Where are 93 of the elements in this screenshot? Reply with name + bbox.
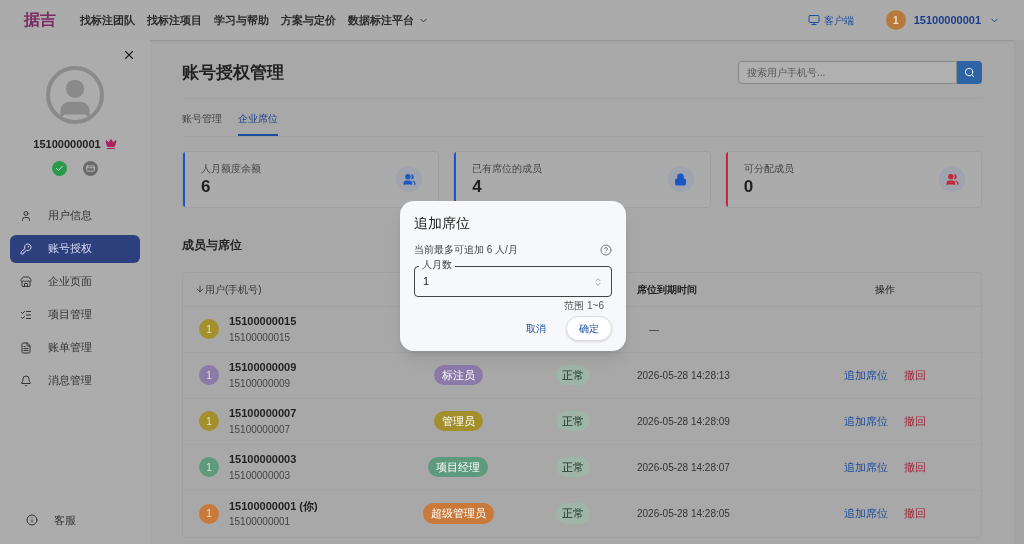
revoke-link[interactable]: 撤回: [904, 366, 926, 384]
stat-value: 6: [201, 175, 212, 198]
status-tag: 正常: [556, 456, 590, 478]
verified-icon: [52, 160, 67, 176]
sidebar-item[interactable]: 账单管理: [10, 333, 140, 362]
document-icon: [20, 341, 32, 354]
field-value: 1: [423, 274, 431, 290]
stat-value: 0: [743, 175, 755, 198]
member-phone: 15100000015: [229, 330, 292, 345]
member-name: 15100000009: [229, 360, 297, 376]
column-header: 席位到期时间: [636, 282, 698, 297]
search-button[interactable]: [957, 61, 982, 85]
status-tag: 正常: [556, 410, 590, 432]
member-avatar: 1: [199, 365, 219, 385]
close-icon[interactable]: [122, 48, 136, 62]
member-avatar: 1: [199, 411, 219, 431]
status-tag: 正常: [556, 503, 590, 524]
member-phone: 15100000007: [229, 422, 292, 437]
crown-icon: [104, 138, 117, 151]
search-icon: [964, 67, 975, 79]
member-name: 15100000001 (你): [229, 498, 318, 514]
page-title: 账号授权管理: [182, 62, 284, 84]
member-name: 15100000007: [229, 406, 297, 422]
field-helper: 范围 1~6: [564, 299, 604, 313]
checklist-icon: [20, 308, 32, 321]
username: 15100000001: [33, 137, 101, 152]
stat-label: 人月额度余额: [201, 161, 262, 176]
sidebar-item[interactable]: 消息管理: [10, 366, 140, 395]
section-title: 成员与席位: [182, 236, 242, 254]
status-tag: 正常: [556, 364, 590, 386]
expiry-time: 2026-05-28 14:28:07: [636, 460, 731, 475]
monitor-icon: [807, 14, 820, 26]
sidebar-item[interactable]: 项目管理: [10, 300, 140, 329]
expiry-time: —: [648, 322, 660, 337]
logo[interactable]: 据吉: [24, 8, 56, 32]
column-header[interactable]: 用户(手机号): [183, 281, 403, 297]
user-avatar: 1: [885, 10, 906, 30]
expiry-time: 2026-05-28 14:28:09: [636, 414, 731, 429]
tab[interactable]: 账号管理: [182, 106, 222, 136]
revoke-link[interactable]: 撤回: [904, 412, 926, 430]
add-seat-link[interactable]: 追加席位: [844, 366, 888, 384]
revoke-link[interactable]: 撤回: [904, 505, 926, 522]
nav-link[interactable]: 找标注团队: [80, 11, 135, 29]
support-link[interactable]: 客服: [10, 511, 140, 528]
revoke-link[interactable]: 撤回: [904, 458, 926, 476]
nav-link[interactable]: 学习与帮助: [214, 11, 269, 29]
store-icon: [20, 275, 32, 288]
users-icon: [396, 166, 423, 192]
column-header: 操作: [874, 282, 896, 297]
sidebar-item[interactable]: 账号授权: [10, 234, 140, 263]
member-phone: 15100000003: [229, 468, 292, 483]
role-tag: 超级管理员: [422, 503, 494, 524]
cancel-button[interactable]: 取消: [518, 317, 554, 340]
nav-link[interactable]: 方案与定价: [281, 11, 336, 29]
search-field[interactable]: 搜索用户手机号...: [738, 61, 957, 85]
bell-icon: [20, 374, 32, 387]
expiry-time: 2026-05-28 14:28:05: [636, 507, 731, 521]
users-icon: [939, 166, 965, 192]
dialog-hint: 当前最多可追加 6 人/月: [414, 243, 518, 257]
member-phone: 15100000009: [229, 376, 292, 391]
member-avatar: 1: [199, 503, 219, 524]
sidebar-item[interactable]: 企业页面: [10, 267, 140, 296]
nav-link[interactable]: 找标注项目: [147, 11, 202, 29]
add-seat-link[interactable]: 追加席位: [844, 412, 888, 430]
add-seat-link[interactable]: 追加席位: [844, 458, 888, 476]
add-seat-link[interactable]: 追加席位: [844, 505, 888, 522]
info-icon: [26, 513, 38, 526]
sidebar-item[interactable]: 用户信息: [10, 201, 140, 230]
role-tag: 标注员: [433, 364, 483, 386]
member-phone: 15100000001: [229, 515, 292, 530]
lock-icon: [667, 166, 694, 192]
stat-value: 4: [472, 175, 483, 198]
role-tag: 管理员: [433, 410, 483, 432]
card-icon: [83, 160, 98, 176]
tab[interactable]: 企业席位: [238, 106, 278, 136]
role-tag: 项目经理: [428, 456, 488, 478]
member-avatar: 1: [199, 457, 219, 477]
nav-link[interactable]: 数据标注平台: [348, 11, 429, 29]
member-name: 15100000003: [229, 452, 297, 468]
user-icon: [20, 209, 32, 222]
expiry-time: 2026-05-28 14:28:13: [636, 368, 731, 383]
member-avatar: 1: [199, 319, 219, 339]
key-icon: [20, 242, 32, 255]
stat-label: 可分配成员: [743, 161, 795, 176]
sort-icon: [195, 284, 205, 294]
member-name: 15100000015: [229, 314, 297, 330]
client-link[interactable]: 客户端: [807, 12, 854, 28]
user-menu[interactable]: 1 15100000001: [885, 10, 1000, 30]
stat-label: 已有席位的成员: [472, 161, 544, 176]
field-label: 人月数: [419, 260, 455, 270]
help-icon[interactable]: [600, 243, 612, 256]
confirm-button[interactable]: 确定: [566, 316, 612, 341]
dialog-title: 追加席位: [414, 214, 471, 233]
